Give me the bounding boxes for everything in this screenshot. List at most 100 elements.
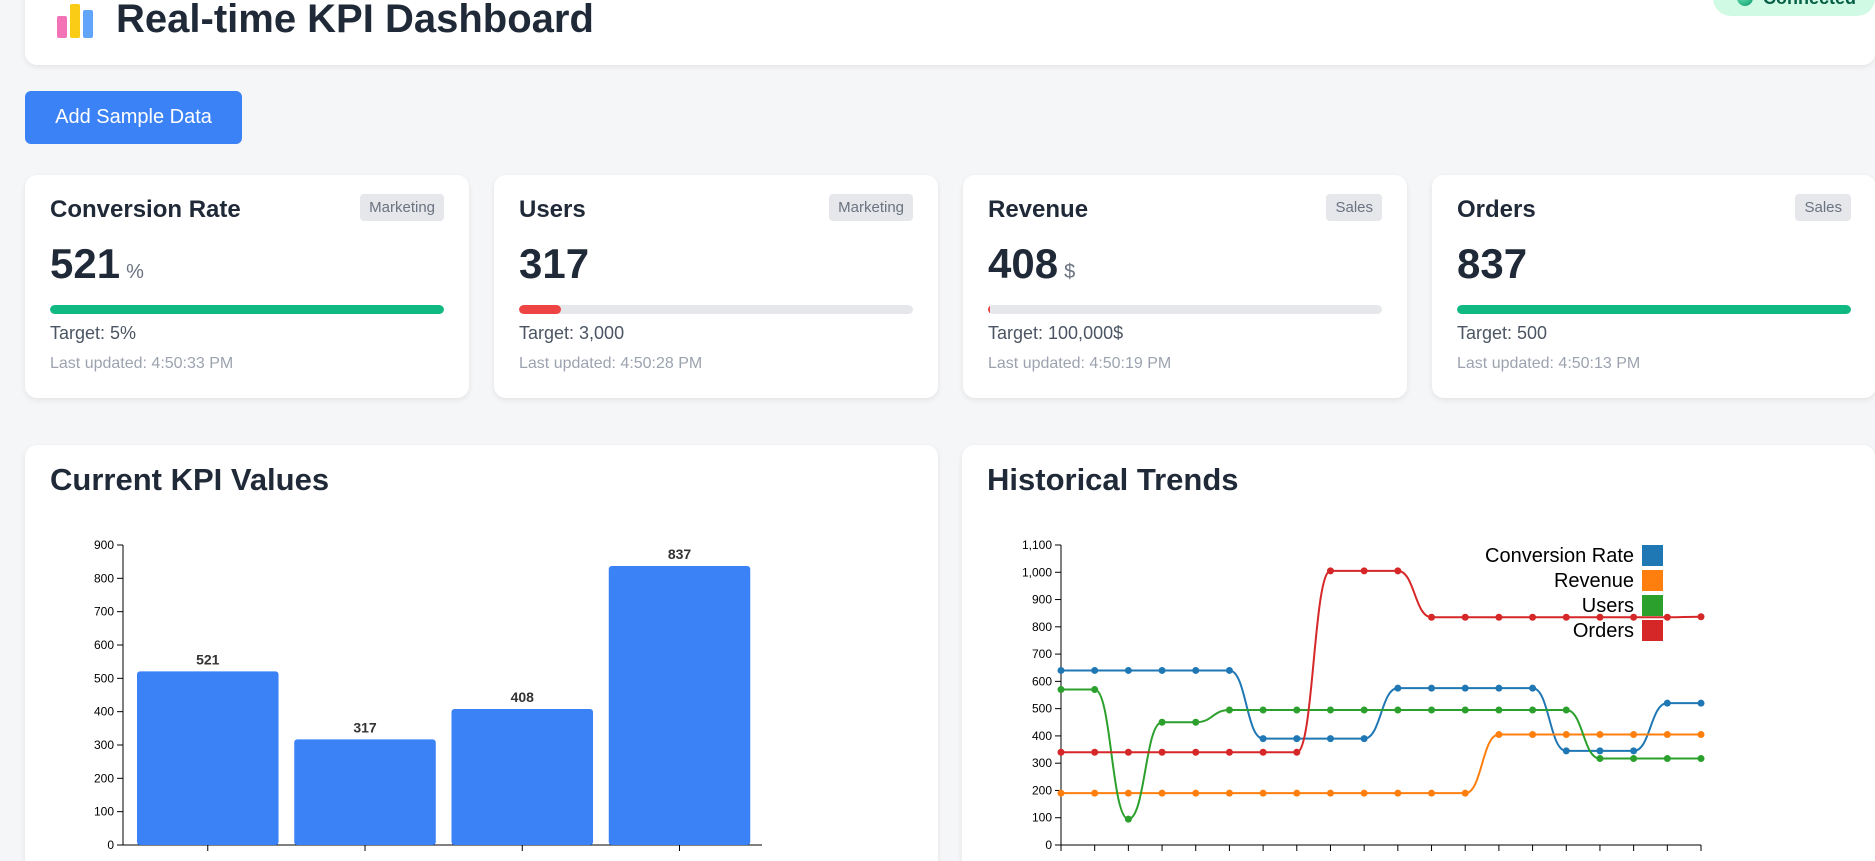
kpi-target: Target: 500 xyxy=(1457,323,1548,343)
series-point xyxy=(1293,706,1301,714)
bar-value-label: 408 xyxy=(511,689,535,705)
add-sample-data-button[interactable]: Add Sample Data xyxy=(25,91,242,144)
series-point xyxy=(1360,735,1368,743)
series-point xyxy=(1091,748,1099,756)
series-point xyxy=(1057,748,1065,756)
series-line xyxy=(1061,688,1701,821)
series-point xyxy=(1697,731,1705,739)
series-point xyxy=(1326,567,1334,575)
kpi-value-row: 521% xyxy=(50,240,144,288)
bar-chart-icon xyxy=(57,0,97,38)
series-point xyxy=(1697,699,1705,707)
status-dot-icon xyxy=(1737,0,1753,6)
series-point xyxy=(1124,748,1132,756)
kpi-progress-bar xyxy=(519,305,913,314)
kpi-progress-bar xyxy=(50,305,444,314)
kpi-name: Conversion Rate xyxy=(50,196,241,223)
kpi-name: Revenue xyxy=(988,196,1089,223)
kpi-progress-fill xyxy=(519,305,561,314)
y-tick-label: 300 xyxy=(94,738,114,752)
y-tick-label: 900 xyxy=(1032,593,1052,607)
bar xyxy=(451,709,594,845)
y-tick-label: 200 xyxy=(1032,783,1052,797)
legend-label: Conversion Rate xyxy=(1485,545,1634,567)
series-point xyxy=(1158,666,1166,674)
series-point xyxy=(1663,699,1671,707)
series-point xyxy=(1461,684,1469,692)
series-point xyxy=(1663,755,1671,763)
series-point xyxy=(1326,735,1334,743)
status-label: Connected xyxy=(1763,0,1856,9)
bar-value-label: 837 xyxy=(668,546,692,562)
series-point xyxy=(1495,684,1503,692)
y-tick-label: 800 xyxy=(1032,620,1052,634)
series-point xyxy=(1326,706,1334,714)
series-point xyxy=(1091,686,1099,694)
y-tick-label: 200 xyxy=(94,771,114,785)
bar-value-label: 521 xyxy=(196,651,220,667)
series-point xyxy=(1192,748,1200,756)
series-point xyxy=(1663,613,1671,621)
bar-value-label: 317 xyxy=(353,719,377,735)
series-point xyxy=(1192,789,1200,797)
series-point xyxy=(1529,684,1537,692)
y-tick-label: 0 xyxy=(107,838,114,852)
series-point xyxy=(1529,731,1537,739)
y-tick-label: 500 xyxy=(94,671,114,685)
series-point xyxy=(1428,613,1436,621)
series-point xyxy=(1495,613,1503,621)
legend-swatch xyxy=(1642,620,1663,641)
kpi-target: Target: 3,000 xyxy=(519,323,625,343)
series-point xyxy=(1562,706,1570,714)
kpi-value: 317 xyxy=(519,240,590,287)
kpi-progress-fill xyxy=(1457,305,1851,314)
series-point xyxy=(1630,747,1638,755)
series-point xyxy=(1158,718,1166,726)
series-point xyxy=(1293,748,1301,756)
series-point xyxy=(1529,613,1537,621)
series-point xyxy=(1495,731,1503,739)
kpi-value-row: 408 $ xyxy=(988,240,1075,288)
series-point xyxy=(1562,747,1570,755)
y-tick-label: 500 xyxy=(1032,702,1052,716)
series-point xyxy=(1259,748,1267,756)
series-point xyxy=(1158,748,1166,756)
series-point xyxy=(1394,684,1402,692)
series-point xyxy=(1596,731,1604,739)
series-point xyxy=(1495,706,1503,714)
legend-label: Users xyxy=(1582,595,1634,617)
series-point xyxy=(1360,789,1368,797)
bar xyxy=(294,739,436,845)
series-point xyxy=(1225,748,1233,756)
series-point xyxy=(1057,686,1065,694)
legend-swatch xyxy=(1642,595,1663,616)
kpi-card: Orders Sales 837 Target: 500 Last updated: 4… xyxy=(1432,175,1875,398)
series-point xyxy=(1562,613,1570,621)
series-point xyxy=(1259,735,1267,743)
series-point xyxy=(1596,747,1604,755)
series-point xyxy=(1091,666,1099,674)
y-tick-label: 700 xyxy=(1032,647,1052,661)
series-point xyxy=(1091,789,1099,797)
series-point xyxy=(1596,755,1604,763)
series-point xyxy=(1562,731,1570,739)
series-point xyxy=(1293,789,1301,797)
kpi-value: 837 xyxy=(1457,240,1528,287)
kpi-unit: % xyxy=(126,261,144,283)
historical-trends-line-chart: 0 100 200 300 400 500 600 700 800 900 1,000 1,100 Co… xyxy=(1022,538,1705,852)
current-kpi-bar-chart: 0 100 200 300 400 500 600 700 800 900 521 317 408 837 xyxy=(94,538,762,852)
series-point xyxy=(1394,789,1402,797)
y-tick-label: 1,000 xyxy=(1022,565,1052,579)
series-point xyxy=(1428,789,1436,797)
series-line xyxy=(1061,733,1701,795)
series-point xyxy=(1697,613,1705,621)
series-point xyxy=(1225,666,1233,674)
y-tick-label: 0 xyxy=(1045,838,1052,852)
series-point xyxy=(1192,718,1200,726)
legend-label: Orders xyxy=(1573,620,1634,642)
series-point xyxy=(1124,815,1132,823)
legend-swatch xyxy=(1642,570,1663,591)
series-point xyxy=(1394,567,1402,575)
series-point xyxy=(1630,731,1638,739)
historical-trends-panel: Historical Trends 0 100 200 300 400 500 600 700… xyxy=(962,445,1875,861)
